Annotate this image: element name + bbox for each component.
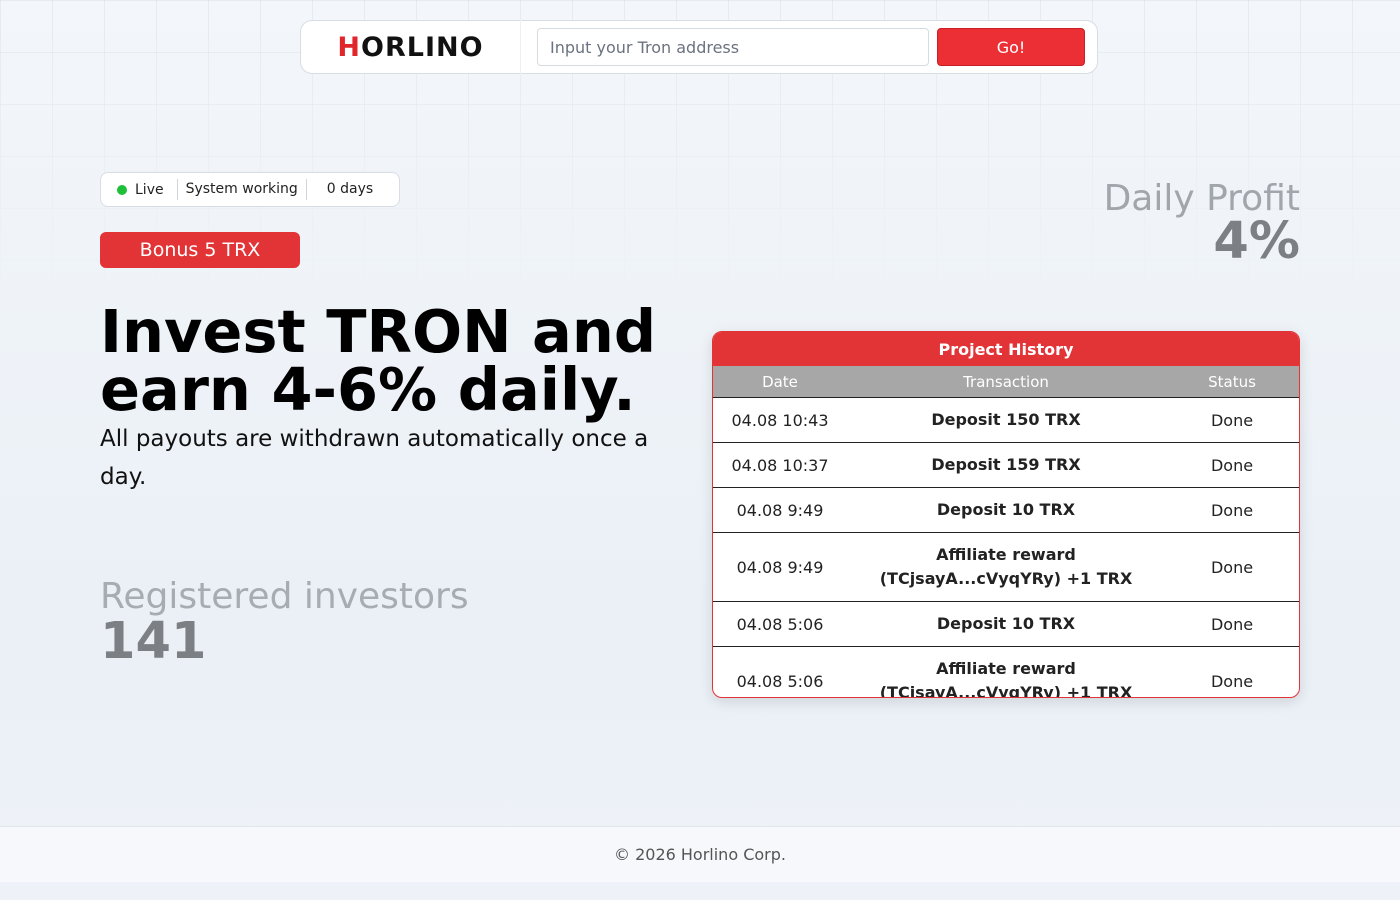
- row-status: Done: [1210, 614, 1254, 634]
- row-transaction: Affiliate reward (TCjsayA...cVyqYRy) +1 …: [879, 659, 1133, 697]
- top-bar: HORLINO Go!: [300, 20, 1098, 74]
- table-row: 04.08 5:06 Affiliate reward (TCjsayA...c…: [713, 646, 1299, 697]
- registered-investors-count: 141: [100, 612, 207, 671]
- copyright-text: © 2026 Horlino Corp.: [614, 845, 786, 864]
- tron-address-input[interactable]: [537, 28, 929, 66]
- column-header-transaction: Transaction: [963, 372, 1049, 391]
- bonus-badge: Bonus 5 TRX: [100, 232, 300, 268]
- footer: © 2026 Horlino Corp.: [0, 826, 1400, 882]
- table-row: 04.08 5:06 Deposit 10 TRX Done: [713, 601, 1299, 646]
- hero-subtitle: All payouts are withdrawn automatically …: [100, 426, 649, 490]
- column-header-status: Status: [1208, 372, 1256, 391]
- row-date: 04.08 10:43: [731, 410, 829, 430]
- row-status: Done: [1210, 557, 1254, 577]
- row-transaction: Affiliate reward (TCjsayA...cVyqYRy) +1 …: [879, 545, 1133, 588]
- history-header-row: Date Transaction Status: [713, 366, 1299, 397]
- days-counter: 0 days: [326, 181, 374, 197]
- live-label: Live: [135, 181, 164, 198]
- registered-investors-label: Registered investors: [100, 576, 469, 617]
- horlino-logo[interactable]: H ORLINO: [301, 20, 521, 74]
- row-status: Done: [1210, 410, 1254, 430]
- row-date: 04.08 9:49: [736, 500, 824, 520]
- system-working-label: System working: [178, 179, 307, 200]
- row-date: 04.08 5:06: [736, 614, 824, 634]
- row-status: Done: [1210, 671, 1254, 691]
- row-transaction: Deposit 10 TRX: [936, 614, 1076, 633]
- row-transaction: Deposit 10 TRX: [936, 500, 1076, 519]
- live-dot-icon: [117, 184, 127, 195]
- table-row: 04.08 10:43 Deposit 150 TRX Done: [713, 397, 1299, 442]
- row-transaction: Deposit 150 TRX: [931, 410, 1081, 429]
- go-button[interactable]: Go!: [937, 28, 1085, 66]
- table-row: 04.08 10:37 Deposit 159 TRX Done: [713, 442, 1299, 487]
- history-title: Project History: [713, 332, 1299, 366]
- project-history-table: Project History Date Transaction Status …: [712, 331, 1300, 698]
- row-date: 04.08 9:49: [736, 557, 824, 577]
- row-date: 04.08 10:37: [731, 455, 829, 475]
- live-indicator: Live: [101, 179, 178, 200]
- row-status: Done: [1210, 455, 1254, 475]
- row-date: 04.08 5:06: [736, 671, 824, 691]
- history-rows[interactable]: 04.08 10:43 Deposit 150 TRX Done 04.08 1…: [713, 397, 1299, 697]
- logo-initial: H: [337, 31, 362, 63]
- row-status: Done: [1210, 500, 1254, 520]
- table-row: 04.08 9:49 Deposit 10 TRX Done: [713, 487, 1299, 532]
- column-header-date: Date: [762, 372, 798, 391]
- hero-title: Invest TRON and earn 4-6% daily.: [100, 297, 657, 424]
- row-transaction: Deposit 159 TRX: [931, 455, 1081, 474]
- logo-text: ORLINO: [361, 31, 484, 63]
- daily-profit-value: 4%: [1213, 212, 1300, 271]
- table-row: 04.08 9:49 Affiliate reward (TCjsayA...c…: [713, 532, 1299, 601]
- system-status-pill: Live System working 0 days: [100, 172, 400, 207]
